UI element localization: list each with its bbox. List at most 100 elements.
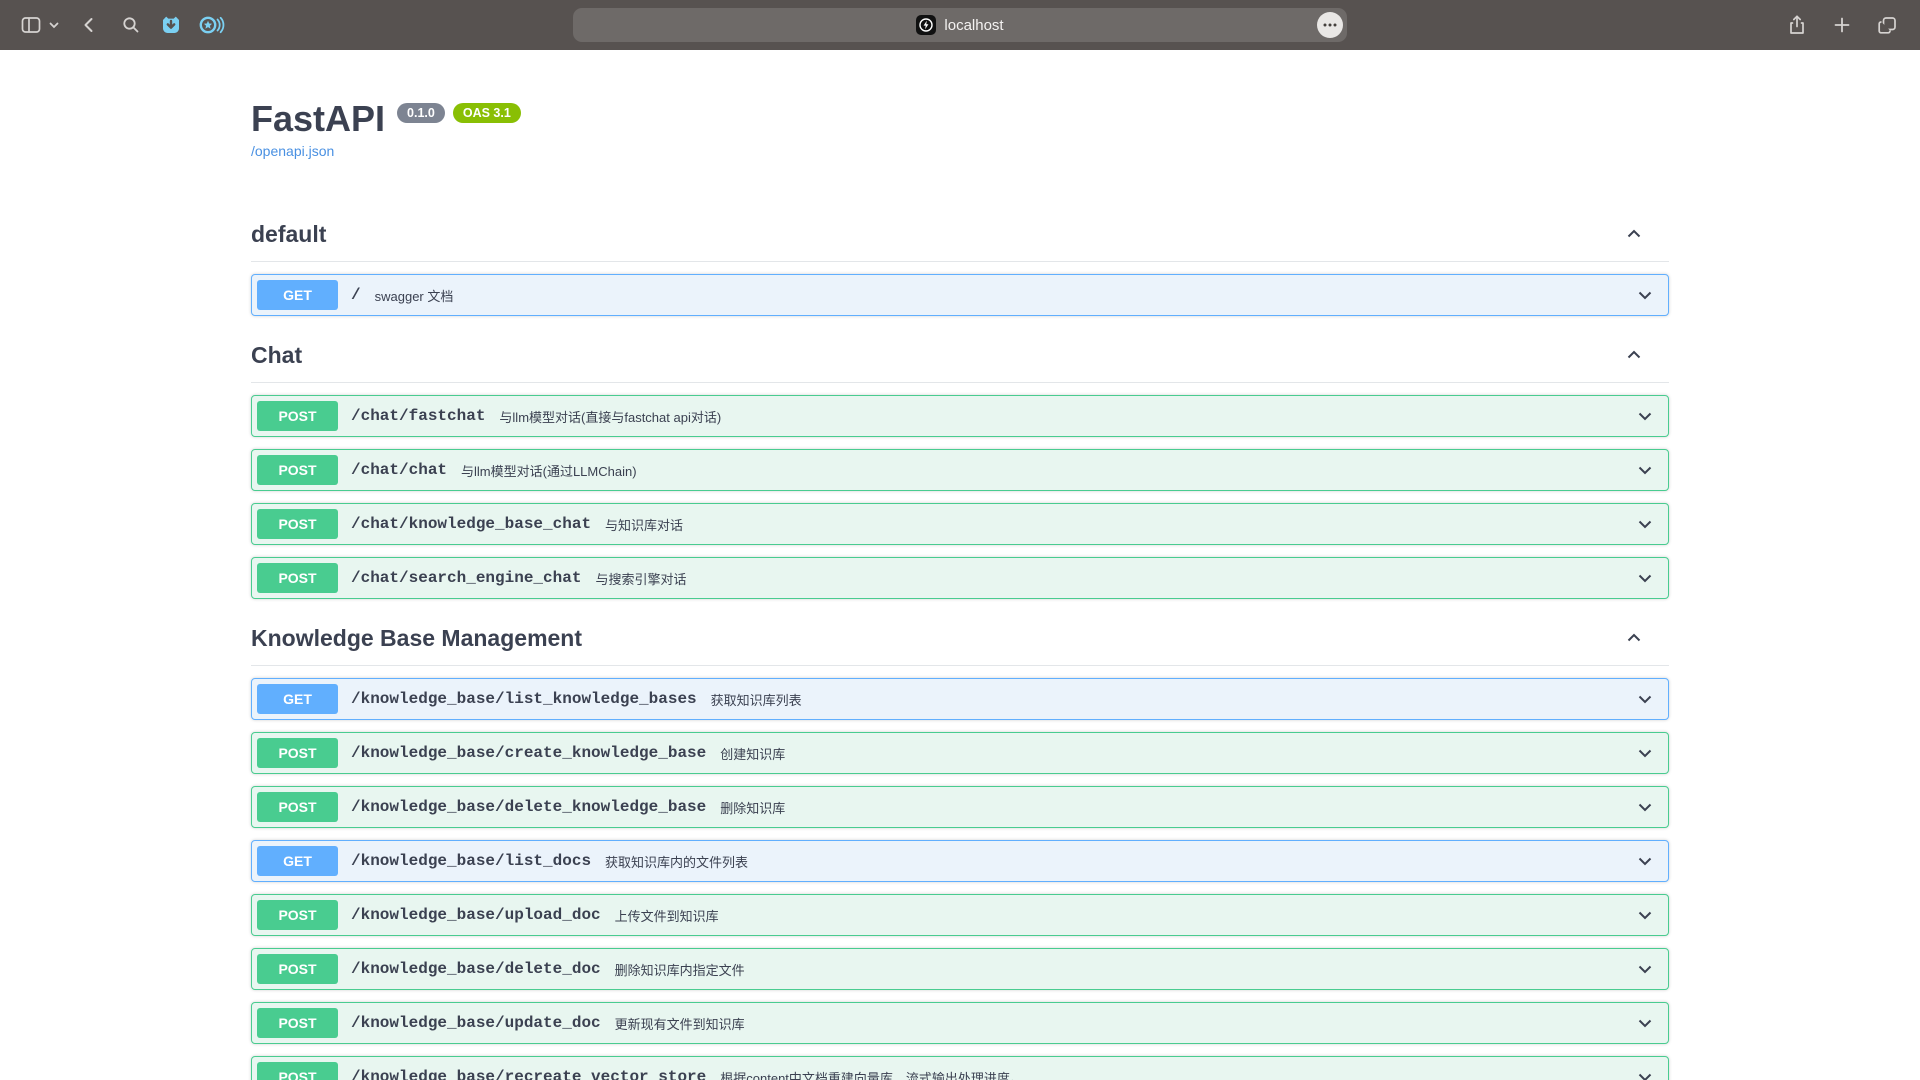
chevron-down-icon[interactable] [1634, 1012, 1656, 1034]
endpoint-summary: 创建知识库 [720, 744, 785, 763]
section-operations: GET /knowledge_base/list_knowledge_bases… [251, 678, 1669, 1080]
toolbar-left-group [0, 14, 225, 36]
endpoint-row[interactable]: POST /knowledge_base/create_knowledge_ba… [251, 732, 1669, 774]
swagger-page: FastAPI 0.1.0 OAS 3.1 /openapi.json defa… [251, 50, 1669, 1080]
lightning-bolt-favicon [916, 15, 936, 35]
api-info: FastAPI 0.1.0 OAS 3.1 /openapi.json [251, 96, 1669, 161]
section-header[interactable]: Knowledge Base Management [251, 619, 1669, 666]
endpoint-summary: 获取知识库内的文件列表 [605, 852, 748, 871]
tab-overview-icon[interactable] [1877, 15, 1898, 36]
endpoint-row[interactable]: POST /chat/search_engine_chat 与搜索引擎对话 [251, 557, 1669, 599]
chevron-down-icon[interactable] [1634, 1066, 1656, 1080]
http-method-badge: POST [257, 900, 338, 930]
http-method-badge: POST [257, 455, 338, 485]
endpoint-summary: 与知识库对话 [605, 515, 683, 534]
chevron-down-icon[interactable] [1634, 850, 1656, 872]
endpoint-summary: 获取知识库列表 [711, 690, 802, 709]
api-section: default GET / swagger 文档 [251, 215, 1669, 316]
endpoint-summary: 与llm模型对话(通过LLMChain) [461, 461, 637, 480]
endpoint-row[interactable]: POST /knowledge_base/recreate_vector_sto… [251, 1056, 1669, 1080]
endpoint-path: /chat/fastchat [351, 407, 485, 425]
api-section: Chat POST /chat/fastchat 与llm模型对话(直接与fas… [251, 336, 1669, 599]
endpoint-path: / [351, 286, 361, 304]
search-icon[interactable] [122, 16, 140, 34]
endpoint-row[interactable]: GET /knowledge_base/list_knowledge_bases… [251, 678, 1669, 720]
section-header[interactable]: Chat [251, 336, 1669, 383]
endpoint-row[interactable]: POST /chat/knowledge_base_chat 与知识库对话 [251, 503, 1669, 545]
chevron-down-icon[interactable] [1634, 688, 1656, 710]
version-badge: 0.1.0 [397, 103, 445, 123]
http-method-badge: GET [257, 684, 338, 714]
chevron-down-icon[interactable] [1634, 513, 1656, 535]
endpoint-path: /chat/search_engine_chat [351, 569, 581, 587]
chevron-down-icon[interactable] [1634, 904, 1656, 926]
extension-shield-icon[interactable] [160, 14, 182, 36]
share-icon[interactable] [1787, 14, 1807, 36]
extension-star-waves-icon[interactable] [198, 14, 225, 36]
http-method-badge: POST [257, 738, 338, 768]
endpoint-summary: 根据content中文档重建向量库，流式输出处理进度。 [720, 1068, 1023, 1080]
url-bar[interactable]: localhost [573, 8, 1347, 42]
http-method-badge: POST [257, 401, 338, 431]
endpoint-row[interactable]: POST /knowledge_base/update_doc 更新现有文件到知… [251, 1002, 1669, 1044]
http-method-badge: POST [257, 563, 338, 593]
endpoint-row[interactable]: POST /chat/fastchat 与llm模型对话(直接与fastchat… [251, 395, 1669, 437]
section-header[interactable]: default [251, 215, 1669, 262]
sidebar-toggle-icon[interactable] [20, 14, 42, 36]
endpoint-path: /knowledge_base/delete_doc [351, 960, 601, 978]
endpoint-summary: 与搜索引擎对话 [595, 569, 686, 588]
http-method-badge: POST [257, 509, 338, 539]
chevron-up-icon[interactable] [1623, 627, 1645, 649]
chevron-down-icon[interactable] [1634, 567, 1656, 589]
endpoint-row[interactable]: POST /knowledge_base/delete_doc 删除知识库内指定… [251, 948, 1669, 990]
openapi-spec-link[interactable]: /openapi.json [251, 143, 334, 159]
endpoint-path: /chat/knowledge_base_chat [351, 515, 591, 533]
title-badges: 0.1.0 OAS 3.1 [397, 103, 521, 123]
endpoint-path: /knowledge_base/recreate_vector_store [351, 1068, 706, 1080]
endpoint-row[interactable]: POST /knowledge_base/delete_knowledge_ba… [251, 786, 1669, 828]
endpoint-summary: 删除知识库 [720, 798, 785, 817]
chevron-up-icon[interactable] [1623, 344, 1645, 366]
http-method-badge: POST [257, 792, 338, 822]
http-method-badge: GET [257, 846, 338, 876]
endpoint-path: /knowledge_base/list_knowledge_bases [351, 690, 697, 708]
chevron-up-icon[interactable] [1623, 223, 1645, 245]
chevron-down-icon[interactable] [1634, 796, 1656, 818]
back-icon[interactable] [80, 16, 98, 34]
toolbar-right-group [1787, 0, 1898, 50]
chevron-down-icon[interactable] [1634, 405, 1656, 427]
endpoint-row[interactable]: GET /knowledge_base/list_docs 获取知识库内的文件列… [251, 840, 1669, 882]
endpoint-summary: 与llm模型对话(直接与fastchat api对话) [499, 407, 721, 426]
oas-badge: OAS 3.1 [453, 103, 521, 123]
endpoint-path: /knowledge_base/update_doc [351, 1014, 601, 1032]
toolbar-chevron-down-icon[interactable] [48, 19, 60, 31]
chevron-down-icon[interactable] [1634, 742, 1656, 764]
endpoint-path: /knowledge_base/upload_doc [351, 906, 601, 924]
endpoint-summary: swagger 文档 [375, 286, 454, 305]
page-menu-ellipsis-icon[interactable] [1317, 12, 1343, 38]
endpoint-path: /knowledge_base/create_knowledge_base [351, 744, 706, 762]
endpoint-summary: 上传文件到知识库 [615, 906, 719, 925]
sections-container: default GET / swagger 文档 Chat [251, 215, 1669, 1080]
endpoint-row[interactable]: POST /knowledge_base/upload_doc 上传文件到知识库 [251, 894, 1669, 936]
endpoint-path: /knowledge_base/list_docs [351, 852, 591, 870]
browser-toolbar: localhost [0, 0, 1920, 50]
section-title: Chat [251, 340, 302, 370]
endpoint-row[interactable]: POST /chat/chat 与llm模型对话(通过LLMChain) [251, 449, 1669, 491]
http-method-badge: GET [257, 280, 338, 310]
section-operations: POST /chat/fastchat 与llm模型对话(直接与fastchat… [251, 395, 1669, 599]
section-operations: GET / swagger 文档 [251, 274, 1669, 316]
endpoint-summary: 删除知识库内指定文件 [615, 960, 745, 979]
endpoint-summary: 更新现有文件到知识库 [615, 1014, 745, 1033]
chevron-down-icon[interactable] [1634, 459, 1656, 481]
chevron-down-icon[interactable] [1634, 958, 1656, 980]
endpoint-path: /knowledge_base/delete_knowledge_base [351, 798, 706, 816]
section-title: Knowledge Base Management [251, 623, 582, 653]
page-title: FastAPI [251, 96, 385, 141]
chevron-down-icon[interactable] [1634, 284, 1656, 306]
section-title: default [251, 219, 326, 249]
http-method-badge: POST [257, 1008, 338, 1038]
new-tab-icon[interactable] [1833, 16, 1851, 34]
url-text: localhost [944, 17, 1003, 34]
endpoint-row[interactable]: GET / swagger 文档 [251, 274, 1669, 316]
